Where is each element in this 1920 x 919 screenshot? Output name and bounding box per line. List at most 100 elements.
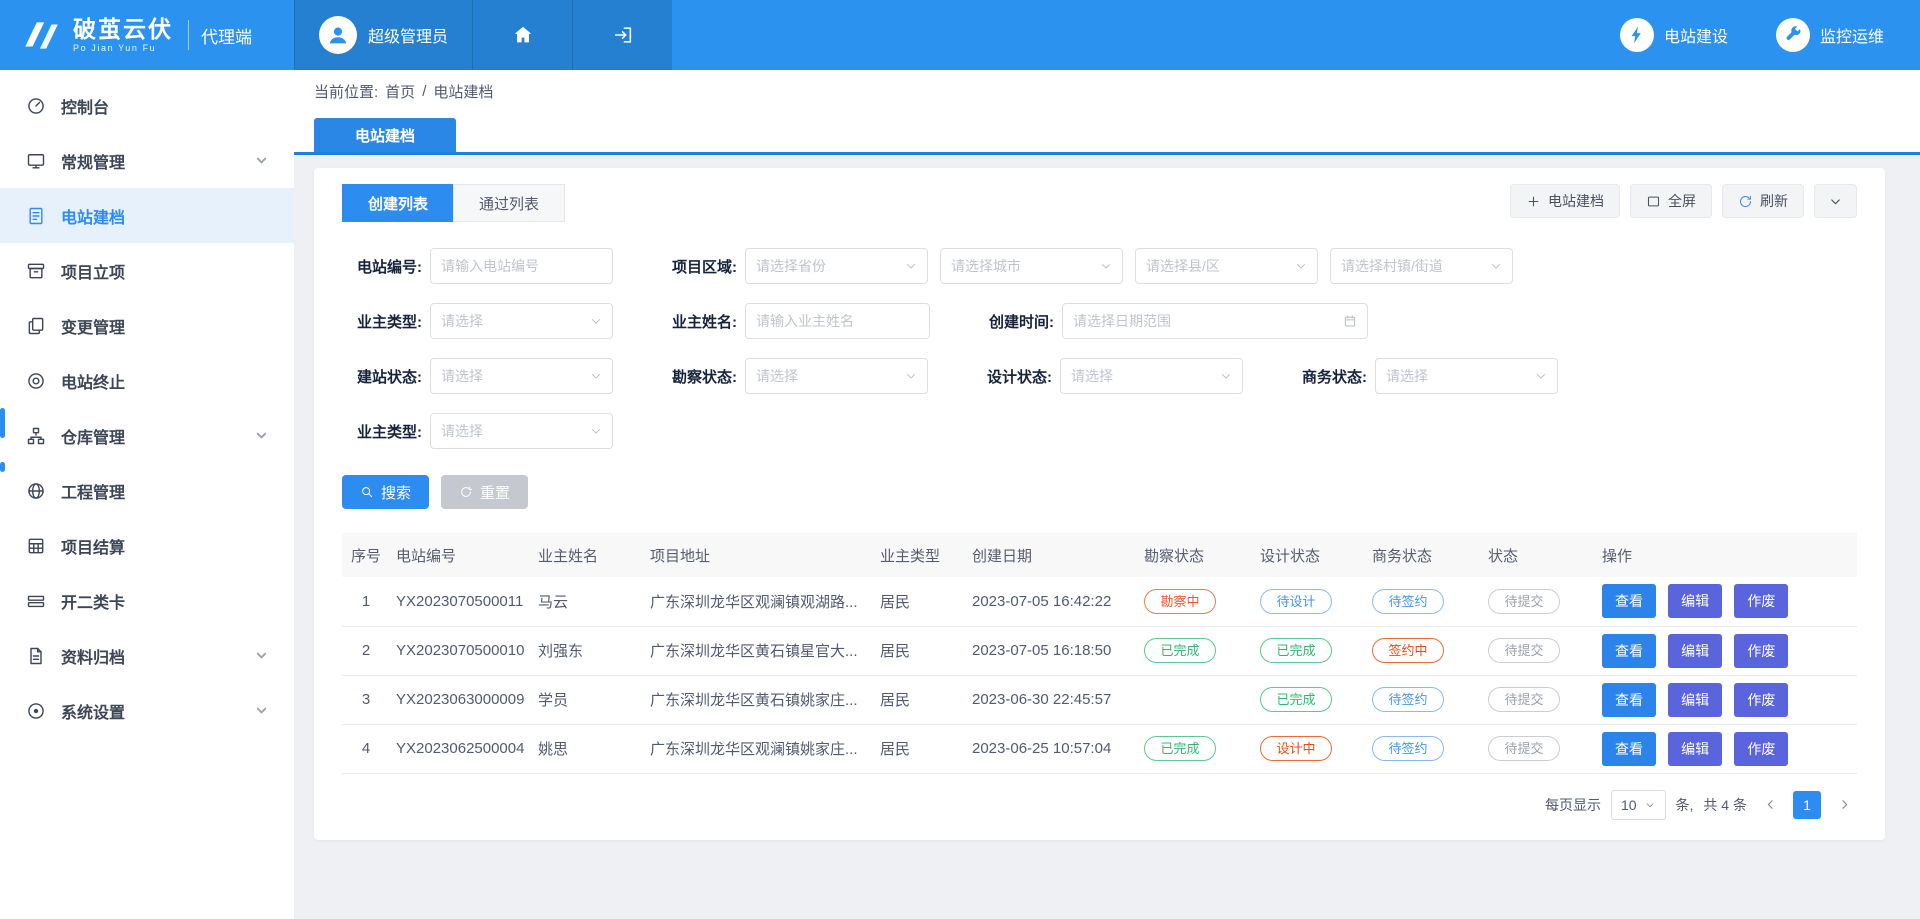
owner-type-select-2[interactable]: 请选择 xyxy=(430,413,613,449)
sidebar-item-system-settings[interactable]: 系统设置 xyxy=(0,683,294,738)
filter-label: 商务状态: xyxy=(1287,366,1367,387)
sidebar-item-engineering-management[interactable]: 工程管理 xyxy=(0,463,294,518)
station-no-input[interactable] xyxy=(430,248,613,284)
filter-region: 项目区域: 请选择省份 请选择城市 xyxy=(657,248,1513,284)
edit-button[interactable]: 编辑 xyxy=(1668,634,1722,668)
sidebar-item-change-management[interactable]: 变更管理 xyxy=(0,298,294,353)
pagination: 每页显示 10 条, 共 4 条 1 xyxy=(342,790,1857,820)
nav-station-build[interactable]: 电站建设 xyxy=(1620,18,1728,52)
select-placeholder: 请选择县/区 xyxy=(1146,256,1220,276)
view-button[interactable]: 查看 xyxy=(1602,683,1656,717)
nav-monitor-ops-label: 监控运维 xyxy=(1820,23,1884,47)
copy-icon xyxy=(26,316,46,336)
void-button[interactable]: 作废 xyxy=(1734,584,1788,618)
sidebar-item-label: 工程管理 xyxy=(61,479,125,503)
chevron-down-icon xyxy=(255,649,268,662)
county-select[interactable]: 请选择县/区 xyxy=(1135,248,1318,284)
chevron-left-icon xyxy=(1763,797,1778,812)
col-owner-type: 业主类型 xyxy=(874,533,966,577)
sidebar-item-warehouse-management[interactable]: 仓库管理 xyxy=(0,408,294,463)
breadcrumb-home[interactable]: 首页 xyxy=(385,81,415,102)
page-number-1[interactable]: 1 xyxy=(1793,791,1821,819)
sidebar-item-project-settlement[interactable]: 项目结算 xyxy=(0,518,294,573)
breadcrumb-prefix: 当前位置: xyxy=(314,81,378,102)
filter-station-no: 电站编号: xyxy=(342,248,613,284)
table-row: 1 YX2023070500011 马云 广东深圳龙华区观澜镇观湖路... 居民… xyxy=(342,577,1857,626)
city-select[interactable]: 请选择城市 xyxy=(940,248,1123,284)
fullscreen-label: 全屏 xyxy=(1668,191,1696,211)
province-select[interactable]: 请选择省份 xyxy=(745,248,928,284)
fullscreen-button[interactable]: 全屏 xyxy=(1630,184,1712,218)
sidebar-item-label: 变更管理 xyxy=(61,314,125,338)
col-business-status: 商务状态 xyxy=(1366,533,1482,577)
search-button[interactable]: 搜索 xyxy=(342,475,429,509)
design-status-select[interactable]: 请选择 xyxy=(1060,358,1243,394)
col-seq: 序号 xyxy=(342,533,390,577)
status-badge: 待签约 xyxy=(1372,687,1444,712)
dashboard-icon xyxy=(26,96,46,116)
per-page-select[interactable]: 10 xyxy=(1611,790,1666,820)
scrollbar-thumb[interactable] xyxy=(0,462,5,472)
void-button[interactable]: 作废 xyxy=(1734,683,1788,717)
filter-form: 电站编号: 项目区域: 请选择省份 xyxy=(342,248,1857,449)
sidebar-item-label: 项目结算 xyxy=(61,534,125,558)
home-button[interactable] xyxy=(472,0,572,70)
owner-name-input[interactable] xyxy=(745,303,930,339)
reset-button[interactable]: 重置 xyxy=(441,475,528,509)
view-button[interactable]: 查看 xyxy=(1602,732,1656,766)
gear-icon xyxy=(26,701,46,721)
nav-monitor-ops[interactable]: 监控运维 xyxy=(1776,18,1884,52)
filter-label: 勘察状态: xyxy=(657,366,737,387)
date-range-picker[interactable]: 请选择日期范围 xyxy=(1062,303,1368,339)
table-row: 2 YX2023070500010 刘强东 广东深圳龙华区黄石镇星官大... 居… xyxy=(342,626,1857,675)
status-badge: 待提交 xyxy=(1488,736,1560,761)
filter-label: 业主类型: xyxy=(342,421,422,442)
filter-label: 业主类型: xyxy=(342,311,422,332)
calendar-icon xyxy=(1343,314,1357,328)
scrollbar-thumb[interactable] xyxy=(0,408,5,438)
sidebar-item-project-initiation[interactable]: 项目立项 xyxy=(0,243,294,298)
sidebar-item-station-filing[interactable]: 电站建档 xyxy=(0,188,294,243)
filter-build-status: 建站状态: 请选择 xyxy=(342,358,613,394)
page-tab-station-filing[interactable]: 电站建档 xyxy=(314,118,456,152)
chevron-down-icon xyxy=(255,429,268,442)
status-badge: 已完成 xyxy=(1260,638,1332,663)
tab-pass-list[interactable]: 通过列表 xyxy=(453,184,565,222)
select-placeholder: 请选择省份 xyxy=(756,256,826,276)
prev-page-button[interactable] xyxy=(1757,797,1783,812)
void-button[interactable]: 作废 xyxy=(1734,634,1788,668)
survey-status-select[interactable]: 请选择 xyxy=(745,358,928,394)
status-badge: 签约中 xyxy=(1372,638,1444,663)
document-icon xyxy=(26,206,46,226)
view-button[interactable]: 查看 xyxy=(1602,584,1656,618)
sidebar-item-console[interactable]: 控制台 xyxy=(0,78,294,133)
chevron-down-icon xyxy=(1534,369,1548,383)
build-status-select[interactable]: 请选择 xyxy=(430,358,613,394)
void-button[interactable]: 作废 xyxy=(1734,732,1788,766)
tab-create-list[interactable]: 创建列表 xyxy=(342,184,454,222)
chevron-down-icon xyxy=(589,314,603,328)
collapse-button[interactable] xyxy=(1814,184,1857,218)
refresh-button[interactable]: 刷新 xyxy=(1722,184,1804,218)
owner-type-select[interactable]: 请选择 xyxy=(430,303,613,339)
user-menu[interactable]: 超级管理员 xyxy=(294,0,472,70)
main-card: 创建列表 通过列表 电站建档 全屏 xyxy=(314,168,1885,840)
select-placeholder: 请选择 xyxy=(441,311,483,331)
business-status-select[interactable]: 请选择 xyxy=(1375,358,1558,394)
next-page-button[interactable] xyxy=(1831,797,1857,812)
add-station-button[interactable]: 电站建档 xyxy=(1510,184,1620,218)
status-badge: 待提交 xyxy=(1488,638,1560,663)
village-select[interactable]: 请选择村镇/街道 xyxy=(1330,248,1513,284)
reset-icon xyxy=(459,485,473,499)
sidebar-item-data-archive[interactable]: 资料归档 xyxy=(0,628,294,683)
view-button[interactable]: 查看 xyxy=(1602,634,1656,668)
sidebar-item-class2-card[interactable]: 开二类卡 xyxy=(0,573,294,628)
sidebar-item-station-termination[interactable]: 电站终止 xyxy=(0,353,294,408)
chevron-down-icon xyxy=(1219,369,1233,383)
logout-button[interactable] xyxy=(572,0,672,70)
sidebar-item-label: 开二类卡 xyxy=(61,589,125,613)
sidebar-item-general-management[interactable]: 常规管理 xyxy=(0,133,294,188)
edit-button[interactable]: 编辑 xyxy=(1668,683,1722,717)
edit-button[interactable]: 编辑 xyxy=(1668,584,1722,618)
edit-button[interactable]: 编辑 xyxy=(1668,732,1722,766)
